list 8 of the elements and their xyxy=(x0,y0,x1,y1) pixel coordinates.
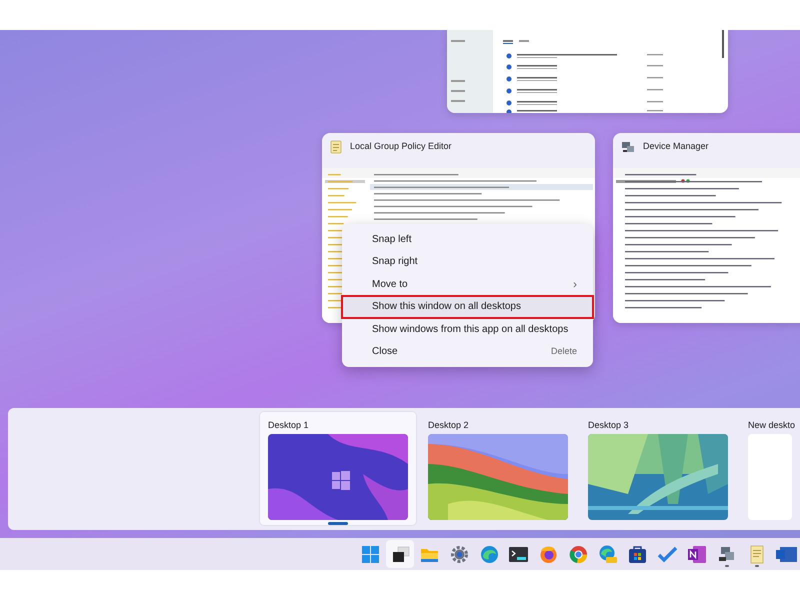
window-title: Local Group Policy Editor xyxy=(350,140,452,154)
desktop-name: New deskto xyxy=(748,419,796,432)
desktop-name: Desktop 3 xyxy=(588,419,630,432)
desktop-name: Desktop 1 xyxy=(268,419,310,432)
desktop-name: Desktop 2 xyxy=(428,419,470,432)
window-title: Device Manager xyxy=(643,140,709,154)
chevron-icon: › xyxy=(573,275,577,294)
shortcut-label: Delete xyxy=(550,345,577,358)
